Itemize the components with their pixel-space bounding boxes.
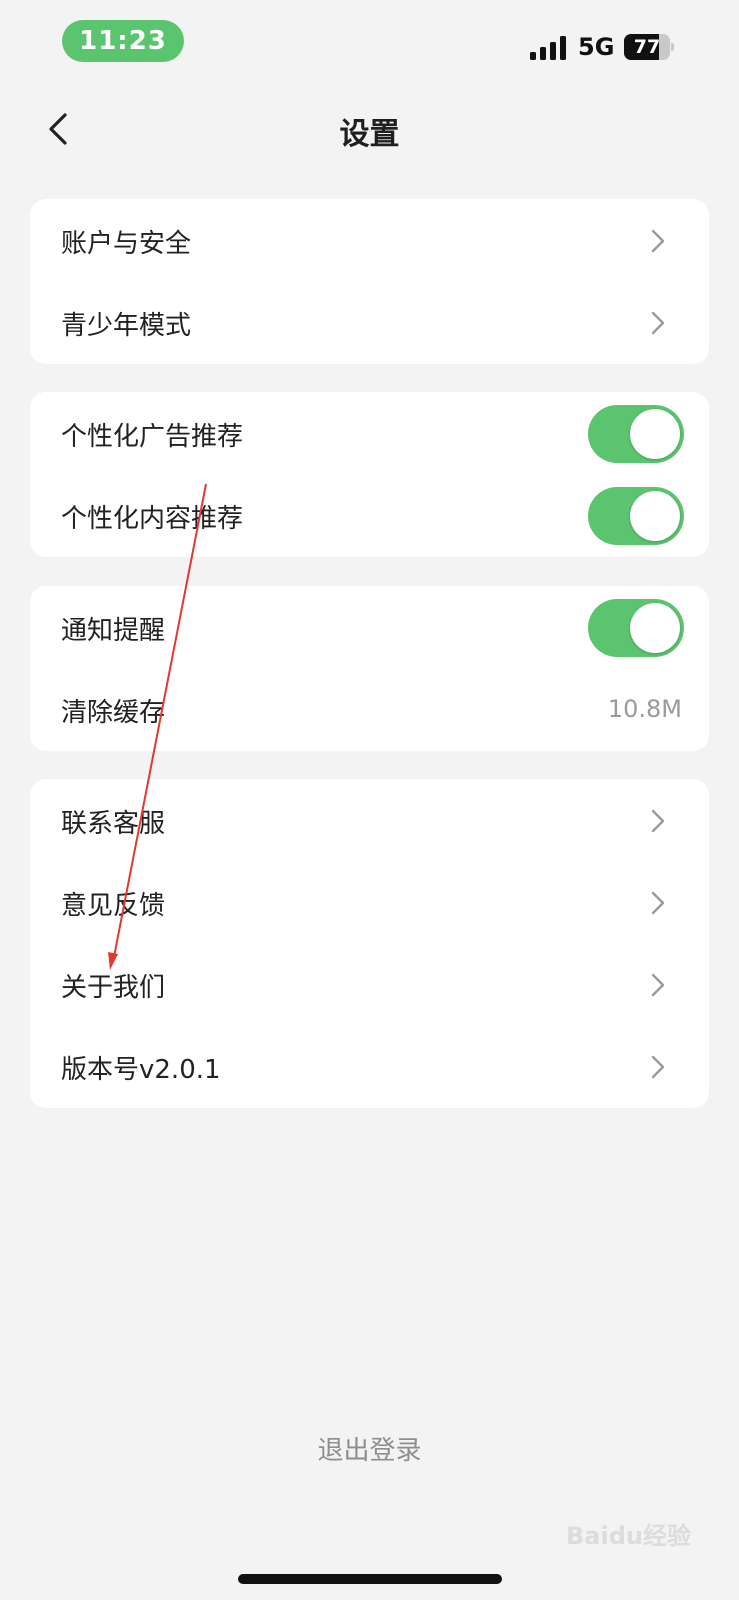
personalized-ads-row: 个性化广告推荐 bbox=[30, 392, 709, 476]
row-label: 关于我们 bbox=[61, 973, 166, 1003]
chevron-right-icon bbox=[651, 1055, 665, 1079]
contact-support-row[interactable]: 联系客服 bbox=[30, 779, 709, 863]
chevron-right-icon bbox=[651, 809, 665, 833]
signal-icon bbox=[530, 36, 566, 60]
chevron-right-icon bbox=[651, 311, 665, 335]
version-row[interactable]: 版本号v2.0.1 bbox=[30, 1025, 709, 1109]
row-label: 账户与安全 bbox=[61, 229, 192, 259]
settings-card-account: 账户与安全 青少年模式 bbox=[30, 199, 709, 364]
status-time: 11:23 bbox=[62, 20, 184, 62]
notification-toggle[interactable] bbox=[588, 599, 684, 657]
about-us-row[interactable]: 关于我们 bbox=[30, 943, 709, 1027]
nav-bar: 设置 bbox=[0, 95, 739, 165]
chevron-right-icon bbox=[651, 973, 665, 997]
battery-icon: 77 bbox=[624, 34, 674, 60]
toggle-knob bbox=[630, 491, 680, 541]
home-indicator bbox=[238, 1574, 502, 1584]
personalized-content-toggle[interactable] bbox=[588, 487, 684, 545]
cache-size-value: 10.8M bbox=[607, 695, 682, 723]
chevron-right-icon bbox=[651, 891, 665, 915]
clear-cache-row[interactable]: 清除缓存 10.8M bbox=[30, 668, 709, 752]
row-label: 个性化广告推荐 bbox=[61, 422, 244, 452]
network-type: 5G bbox=[578, 33, 615, 61]
logout-button[interactable]: 退出登录 bbox=[0, 1430, 739, 1467]
row-label: 清除缓存 bbox=[61, 698, 166, 728]
row-label: 联系客服 bbox=[61, 809, 166, 839]
settings-card-about: 联系客服 意见反馈 关于我们 版本号v2.0.1 bbox=[30, 779, 709, 1108]
row-label: 个性化内容推荐 bbox=[61, 504, 244, 534]
watermark-text: Baidu经验 bbox=[566, 1522, 691, 1550]
row-label: 青少年模式 bbox=[61, 311, 192, 341]
page-title: 设置 bbox=[339, 117, 400, 152]
row-label: 版本号v2.0.1 bbox=[61, 1055, 221, 1085]
settings-card-notification: 通知提醒 清除缓存 10.8M bbox=[30, 586, 709, 751]
chevron-right-icon bbox=[651, 229, 665, 253]
account-security-row[interactable]: 账户与安全 bbox=[30, 199, 709, 283]
settings-card-personalization: 个性化广告推荐 个性化内容推荐 bbox=[30, 392, 709, 557]
toggle-knob bbox=[630, 603, 680, 653]
personalized-content-row: 个性化内容推荐 bbox=[30, 474, 709, 558]
row-label: 通知提醒 bbox=[61, 616, 166, 646]
toggle-knob bbox=[630, 409, 680, 459]
row-label: 意见反馈 bbox=[61, 891, 166, 921]
status-bar: 11:23 5G 77 bbox=[0, 0, 739, 88]
personalized-ads-toggle[interactable] bbox=[588, 405, 684, 463]
notification-row: 通知提醒 bbox=[30, 586, 709, 670]
teen-mode-row[interactable]: 青少年模式 bbox=[30, 281, 709, 365]
battery-percent: 77 bbox=[633, 36, 661, 58]
feedback-row[interactable]: 意见反馈 bbox=[30, 861, 709, 945]
